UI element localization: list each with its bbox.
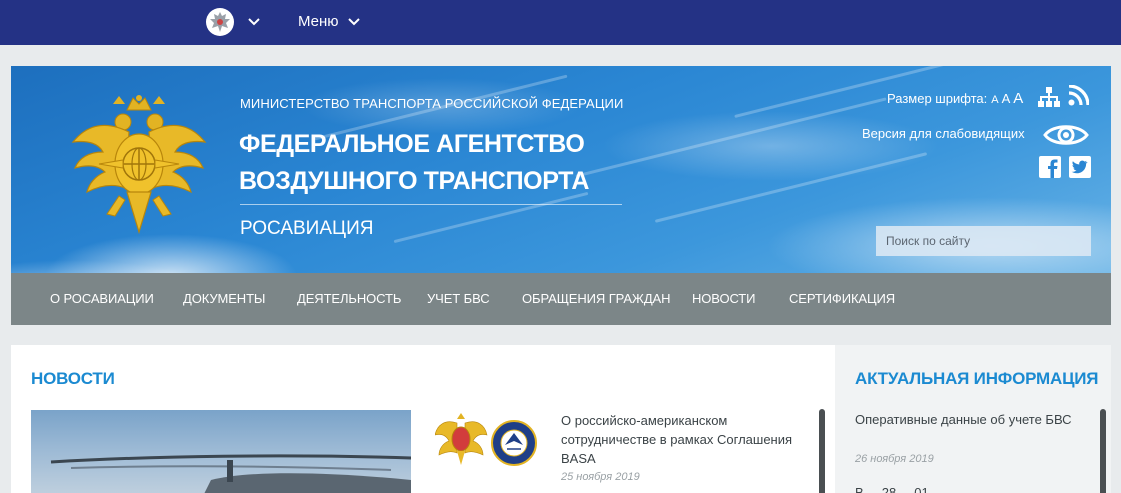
agency-emblem-logo[interactable] — [69, 92, 209, 242]
chevron-down-icon[interactable] — [247, 17, 261, 27]
news-section-title[interactable]: НОВОСТИ — [31, 369, 115, 389]
header-banner: МИНИСТЕРСТВО ТРАНСПОРТА РОССИЙСКОЙ ФЕДЕР… — [11, 66, 1111, 273]
top-bar: Меню — [0, 0, 1121, 45]
sky-decoration — [654, 152, 928, 223]
faa-seal-icon — [491, 420, 537, 466]
coat-of-arms-icon — [435, 413, 488, 465]
coat-of-arms-icon[interactable] — [205, 6, 235, 38]
info-item-title[interactable]: Оперативные данные об учете БВС — [855, 411, 1085, 429]
menu-button[interactable]: Меню — [298, 13, 339, 30]
eye-icon[interactable] — [1043, 122, 1089, 148]
header-divider — [240, 204, 622, 205]
font-size-label: Размер шрифта: — [887, 91, 988, 106]
agency-title-line: ВОЗДУШНОГО ТРАНСПОРТА — [239, 167, 590, 195]
rss-icon[interactable] — [1068, 85, 1089, 106]
info-section-title[interactable]: АКТУАЛЬНАЯ ИНФОРМАЦИЯ — [855, 369, 1099, 389]
agency-title-line: ФЕДЕРАЛЬНОЕ АГЕНТСТВО — [239, 130, 585, 158]
font-size-medium-button[interactable]: A — [1002, 91, 1011, 106]
chevron-down-icon[interactable] — [347, 17, 361, 27]
nav-item-documents[interactable]: ДОКУМЕНТЫ — [183, 291, 265, 306]
ministry-name: МИНИСТЕРСТВО ТРАНСПОРТА РОССИЙСКОЙ ФЕДЕР… — [240, 96, 624, 111]
info-item-date: 26 ноября 2019 — [855, 453, 934, 465]
nav-item-certification[interactable]: СЕРТИФИКАЦИЯ — [789, 291, 895, 306]
low-vision-link[interactable]: Версия для слабовидящих — [862, 126, 1025, 141]
info-item-title[interactable]: В ... 28 ... 01 — [855, 485, 929, 493]
facebook-icon[interactable] — [1039, 156, 1061, 178]
font-size-large-button[interactable]: A — [1013, 90, 1023, 107]
nav-item-about[interactable]: О РОСАВИАЦИИ — [50, 291, 154, 306]
nav-item-uav-registration[interactable]: УЧЕТ БВС — [427, 291, 490, 306]
nav-item-news[interactable]: НОВОСТИ — [692, 291, 756, 306]
info-scrollbar[interactable] — [1100, 409, 1106, 493]
nav-item-citizen-appeals[interactable]: ОБРАЩЕНИЯ ГРАЖДАН — [522, 291, 670, 306]
news-panel: НОВОСТИ О российско-американском сотрудн… — [11, 345, 835, 493]
main-nav: О РОСАВИАЦИИ ДОКУМЕНТЫ ДЕЯТЕЛЬНОСТЬ УЧЕТ… — [11, 273, 1111, 325]
font-size-small-button[interactable]: A — [991, 94, 998, 106]
font-size-switcher: Размер шрифта: A A A — [887, 90, 1023, 107]
agency-title[interactable]: ФЕДЕРАЛЬНОЕ АГЕНТСТВО ВОЗДУШНОГО ТРАНСПО… — [239, 126, 589, 200]
news-scrollbar[interactable] — [819, 409, 825, 493]
sitemap-icon[interactable] — [1037, 86, 1061, 108]
twitter-icon[interactable] — [1069, 156, 1091, 178]
nav-item-activity[interactable]: ДЕЯТЕЛЬНОСТЬ — [297, 291, 401, 306]
search-input[interactable] — [876, 226, 1091, 256]
news-item-date: 25 ноября 2019 — [561, 471, 640, 483]
partner-logos[interactable] — [435, 411, 545, 466]
helicopter-image — [50, 454, 411, 493]
agency-short-name: РОСАВИАЦИЯ — [240, 218, 374, 239]
info-panel: АКТУАЛЬНАЯ ИНФОРМАЦИЯ Оперативные данные… — [835, 345, 1111, 493]
news-item-title[interactable]: О российско-американском сотрудничестве … — [561, 411, 811, 468]
news-photo[interactable] — [31, 410, 411, 493]
